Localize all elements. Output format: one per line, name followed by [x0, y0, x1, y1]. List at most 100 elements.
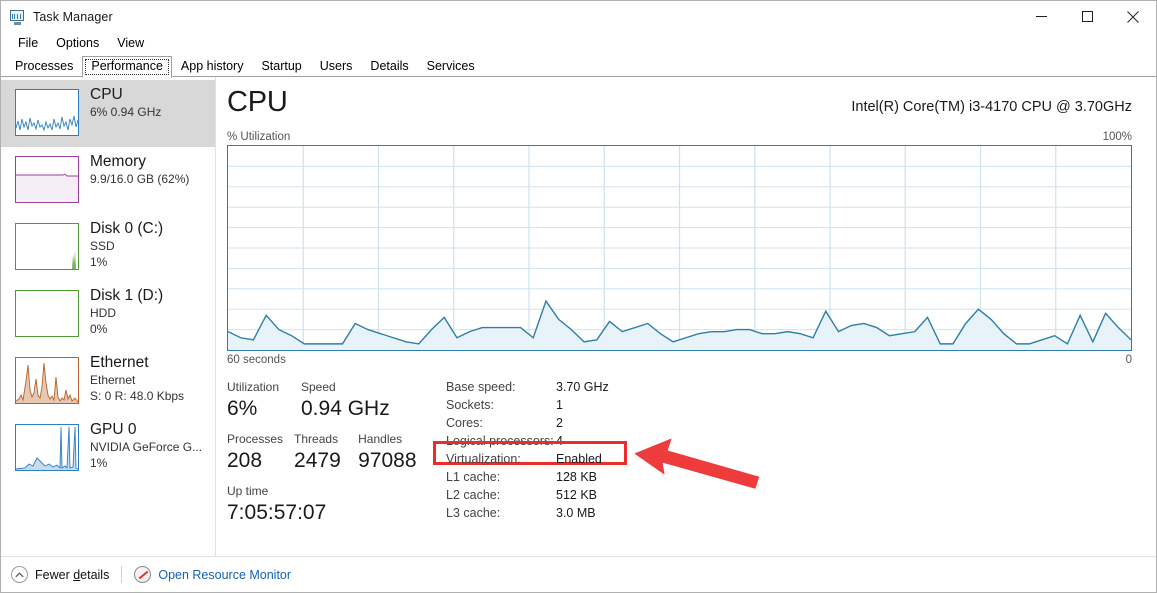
spec-sockets: Sockets: 1: [446, 396, 1132, 414]
sidebar-item-gpu0[interactable]: GPU 0 NVIDIA GeForce G... 1%: [1, 415, 216, 482]
cpu-chart-svg: [228, 146, 1131, 350]
stat-handles: Handles 97088: [358, 430, 437, 482]
graph-x-end-label: 0: [1125, 354, 1132, 366]
graph-x-axis-label: 60 seconds: [227, 354, 286, 366]
task-manager-icon: [10, 9, 26, 25]
close-button[interactable]: [1110, 1, 1156, 32]
stat-value: 6%: [227, 397, 258, 420]
spec-l2-cache: L2 cache: 512 KB: [446, 486, 1132, 504]
stat-speed: Speed 0.94 GHz: [301, 378, 421, 430]
spec-key: Base speed:: [446, 380, 516, 394]
stat-processes: Processes 208: [227, 430, 294, 482]
stat-caption: Up time: [227, 484, 269, 498]
window-controls: [1018, 1, 1156, 32]
minimize-button[interactable]: [1018, 1, 1064, 32]
spec-value: 4: [556, 434, 563, 448]
chevron-up-icon: [11, 566, 28, 583]
spec-key: Logical processors:: [446, 434, 554, 448]
disk1-thumbnail-graph: [15, 290, 79, 337]
menu-bar: File Options View: [1, 32, 1156, 53]
tab-users[interactable]: Users: [311, 56, 362, 77]
sidebar-item-sub2: 1%: [90, 455, 108, 470]
graph-y-axis-label: % Utilization: [227, 131, 291, 143]
gpu0-thumbnail-graph: [15, 424, 79, 471]
ethernet-thumbnail-graph: [15, 357, 79, 404]
stat-caption: Handles: [358, 432, 403, 446]
graph-y-max-label: 100%: [1102, 131, 1132, 143]
stat-value: 208: [227, 449, 263, 472]
sidebar-item-sub2: 1%: [90, 254, 108, 269]
sidebar-item-disk1[interactable]: Disk 1 (D:) HDD 0%: [1, 281, 216, 348]
sidebar-item-sub1: Ethernet: [90, 373, 136, 388]
sidebar-gpu0-text: GPU 0 NVIDIA GeForce G... 1%: [90, 421, 202, 471]
page-title: CPU: [227, 86, 288, 118]
stat-value: 97088: [358, 449, 417, 472]
tab-performance-label: Performance: [91, 59, 163, 73]
sidebar-item-sub1: SSD: [90, 239, 115, 254]
sidebar-memory-text: Memory 9.9/16.0 GB (62%): [90, 153, 189, 188]
stat-value: 2479: [294, 449, 341, 472]
cpu-utilization-graph: [227, 145, 1132, 351]
cpu-thumbnail-graph: [15, 89, 79, 136]
title-bar: Task Manager: [1, 1, 1156, 32]
menu-options[interactable]: Options: [47, 35, 108, 51]
sidebar-disk0-text: Disk 0 (C:) SSD 1%: [90, 220, 164, 270]
spec-value: 128 KB: [556, 470, 598, 484]
tab-details[interactable]: Details: [361, 56, 417, 77]
stats-row-2: Processes 208 Threads 2479 Handles 97088: [227, 430, 437, 482]
maximize-button[interactable]: [1064, 1, 1110, 32]
fewer-details-button[interactable]: Fewer details: [11, 566, 109, 583]
tab-startup[interactable]: Startup: [252, 56, 310, 77]
memory-thumbnail-graph: [15, 156, 79, 203]
spec-value: 512 KB: [556, 488, 598, 502]
stat-caption: Speed: [301, 380, 336, 394]
tab-strip: Processes Performance App history Startu…: [1, 53, 1156, 78]
resource-monitor-label: Open Resource Monitor: [158, 567, 292, 582]
sidebar-item-title: GPU 0: [90, 421, 137, 438]
cpu-model-name: Intel(R) Core(TM) i3-4170 CPU @ 3.70GHz: [851, 99, 1132, 115]
stats-row-3: Up time 7:05:57:07: [227, 482, 437, 534]
tab-services[interactable]: Services: [418, 56, 484, 77]
spec-base-speed: Base speed: 3.70 GHz: [446, 378, 1132, 396]
spec-value: Enabled: [556, 452, 602, 466]
tab-performance[interactable]: Performance: [82, 56, 172, 78]
menu-view[interactable]: View: [108, 35, 153, 51]
sidebar-item-cpu[interactable]: CPU 6% 0.94 GHz: [1, 80, 216, 147]
stat-utilization: Utilization 6%: [227, 378, 301, 430]
sidebar-item-title: Ethernet: [90, 354, 149, 371]
cpu-stats: Utilization 6% Speed 0.94 GHz Processes …: [227, 378, 1132, 534]
fewer-post: etails: [80, 567, 110, 582]
sidebar-item-sub1: 6% 0.94 GHz: [90, 105, 162, 120]
sidebar-item-ethernet[interactable]: Ethernet Ethernet S: 0 R: 48.0 Kbps: [1, 348, 216, 415]
content-area: CPU 6% 0.94 GHz Memory 9.9/16.0 GB (62%): [1, 77, 1156, 556]
spec-key: L3 cache:: [446, 506, 501, 520]
spec-cores: Cores: 2: [446, 414, 1132, 432]
spec-l1-cache: L1 cache: 128 KB: [446, 468, 1132, 486]
status-bar: Fewer details Open Resource Monitor: [1, 556, 1156, 592]
sidebar-item-disk0[interactable]: Disk 0 (C:) SSD 1%: [1, 214, 216, 281]
sidebar-item-sub2: 0%: [90, 321, 108, 336]
graph-top-labels: % Utilization 100%: [227, 131, 1132, 143]
footer-divider: [121, 566, 123, 583]
window-title: Task Manager: [33, 9, 113, 24]
fewer-pre: Fewer: [35, 567, 74, 582]
open-resource-monitor-link[interactable]: Open Resource Monitor: [134, 566, 291, 583]
disk0-thumbnail-graph: [15, 223, 79, 270]
spec-key: Virtualization:: [446, 452, 521, 466]
cpu-header: CPU Intel(R) Core(TM) i3-4170 CPU @ 3.70…: [227, 77, 1132, 117]
stat-value: 0.94 GHz: [301, 397, 390, 420]
menu-file[interactable]: File: [9, 35, 47, 51]
sidebar-item-title: Disk 0 (C:): [90, 220, 164, 237]
sidebar-cpu-text: CPU 6% 0.94 GHz: [90, 86, 162, 121]
stat-threads: Threads 2479: [294, 430, 358, 482]
spec-key: Sockets:: [446, 398, 494, 412]
sidebar-item-title: Disk 1 (D:): [90, 287, 164, 304]
stat-uptime: Up time 7:05:57:07: [227, 482, 326, 534]
spec-value: 2: [556, 416, 563, 430]
spec-value: 3.70 GHz: [556, 380, 609, 394]
tab-processes[interactable]: Processes: [6, 56, 82, 77]
tab-app-history[interactable]: App history: [172, 56, 253, 77]
sidebar-item-memory[interactable]: Memory 9.9/16.0 GB (62%): [1, 147, 216, 214]
cpu-detail-pane: CPU Intel(R) Core(TM) i3-4170 CPU @ 3.70…: [216, 77, 1156, 556]
sidebar-item-title: Memory: [90, 153, 146, 170]
